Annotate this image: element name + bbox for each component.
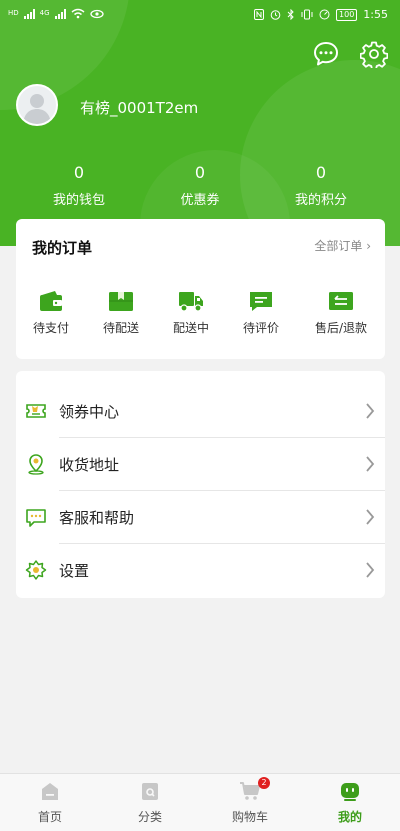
truck-icon (179, 292, 203, 312)
order-status-refund[interactable]: 售后/退款 (306, 289, 376, 336)
wallet-icon (40, 291, 62, 311)
order-status-shipping[interactable]: 配送中 (156, 289, 226, 336)
order-status-to-ship[interactable]: 待配送 (86, 289, 156, 336)
order-status-label: 待配送 (102, 321, 139, 335)
chevron-right-icon (366, 456, 375, 472)
chevron-right-icon (366, 562, 375, 578)
tab-label: 我的 (337, 810, 362, 824)
settings-gear-icon[interactable] (360, 40, 388, 68)
stat-label: 我的钱包 (52, 193, 105, 208)
chat-help-icon (26, 509, 46, 527)
avatar[interactable] (16, 84, 58, 126)
tab-cart[interactable]: 购物车 (200, 774, 300, 831)
tab-category[interactable]: 分类 (100, 774, 200, 831)
chevron-right-icon (366, 509, 375, 525)
signal-icon (23, 8, 35, 19)
menu-item-label: 收货地址 (59, 456, 120, 474)
location-icon (28, 454, 44, 475)
chevron-right-icon (366, 403, 375, 419)
stat-label: 我的积分 (294, 193, 347, 208)
profile-header: HD 4G 100 1:55 有榜_0001T2em 0 我的钱包 0 优惠券 … (0, 0, 400, 246)
order-status-label: 待支付 (32, 321, 69, 335)
menu-item-coupon-center[interactable]: 领券中心 (16, 385, 385, 438)
message-icon[interactable] (312, 40, 340, 68)
package-icon (109, 292, 133, 311)
refund-icon (329, 292, 353, 310)
bluetooth-icon (287, 9, 294, 20)
menu-card: 领券中心 收货地址 客服和帮助 设置 (16, 371, 385, 598)
stat-wallet[interactable]: 0 我的钱包 (24, 163, 134, 208)
orders-title: 我的订单 (32, 239, 93, 257)
home-icon (42, 783, 58, 800)
tab-label: 首页 (37, 810, 62, 824)
order-status-label: 售后/退款 (314, 321, 368, 335)
menu-item-label: 设置 (59, 562, 90, 580)
stat-points[interactable]: 0 我的积分 (266, 163, 376, 208)
wifi-icon (71, 8, 85, 19)
stat-value: 0 (73, 163, 85, 182)
stat-coupons[interactable]: 0 优惠券 (145, 163, 255, 208)
all-orders-link[interactable]: 全部订单 › (314, 237, 371, 254)
alarm-icon (270, 10, 281, 20)
bottom-tab-bar: 首页 分类 购物车 2 我的 (0, 773, 400, 831)
menu-item-label: 客服和帮助 (59, 509, 135, 527)
signal-icon (54, 8, 66, 19)
order-status-label: 配送中 (172, 321, 209, 335)
eye-icon (89, 9, 104, 18)
network-hd-label: HD (8, 9, 19, 17)
order-status-label: 待评价 (242, 321, 279, 335)
tab-home[interactable]: 首页 (0, 774, 100, 831)
order-status-pending-payment[interactable]: 待支付 (16, 289, 86, 336)
speed-icon (319, 9, 330, 20)
clock-time: 1:55 (363, 8, 388, 21)
avatar-person-icon (23, 94, 51, 124)
menu-item-settings[interactable]: 设置 (16, 544, 385, 597)
tab-profile[interactable]: 我的 (300, 774, 400, 831)
username[interactable]: 有榜_0001T2em (80, 97, 198, 118)
stat-value: 0 (194, 163, 206, 182)
menu-item-shipping-address[interactable]: 收货地址 (16, 438, 385, 491)
comment-icon (250, 292, 272, 311)
vibrate-icon (301, 9, 313, 20)
stat-label: 优惠券 (180, 193, 220, 208)
orders-card: 我的订单 全部订单 › 待支付 待配送 配送中 待评价 售后/退款 (16, 219, 385, 359)
order-status-to-review[interactable]: 待评价 (226, 289, 296, 336)
menu-item-label: 领券中心 (59, 403, 120, 421)
menu-item-customer-service[interactable]: 客服和帮助 (16, 491, 385, 544)
profile-icon (341, 783, 359, 801)
settings-flower-icon (25, 560, 47, 580)
stat-value: 0 (315, 163, 327, 182)
status-bar: HD 4G 100 1:55 (0, 0, 400, 30)
tab-label: 分类 (137, 810, 162, 824)
tab-label: 购物车 (231, 810, 268, 824)
battery-indicator: 100 (336, 8, 358, 21)
coupon-icon (26, 404, 46, 418)
network-4g-label: 4G (39, 9, 50, 17)
nfc-icon (254, 9, 265, 20)
category-icon (142, 783, 158, 800)
cart-count-badge: 2 (258, 777, 270, 789)
